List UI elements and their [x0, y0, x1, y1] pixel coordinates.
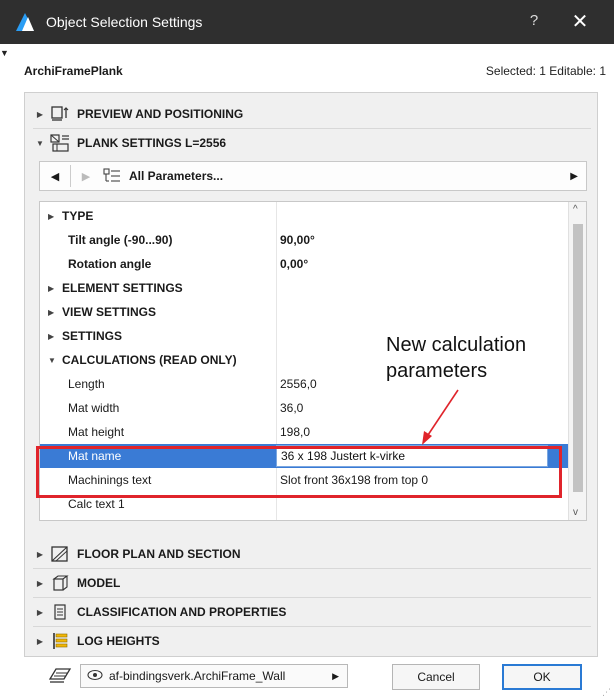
scroll-thumb[interactable] [573, 224, 583, 492]
favorites-dropdown[interactable]: af-bindingsverk.ArchiFrame_Wall ▶ [80, 664, 348, 688]
section-floor-plan[interactable]: ▶ FLOOR PLAN AND SECTION [33, 541, 591, 567]
scroll-down-icon[interactable]: v [573, 507, 578, 518]
favorite-name: af-bindingsverk.ArchiFrame_Wall [109, 669, 286, 683]
log-heights-icon [49, 632, 71, 650]
close-button[interactable]: ✕ [567, 9, 593, 35]
all-parameters-label[interactable]: All Parameters... [129, 169, 223, 183]
list-scrollbar[interactable]: ^ v [568, 202, 586, 520]
expand-arrow-icon: ▶ [36, 636, 44, 646]
collapse-arrow-icon: ▼ [36, 138, 44, 148]
list-item-view-settings[interactable]: ▶ VIEW SETTINGS [40, 300, 568, 324]
dialog-footer: af-bindingsverk.ArchiFrame_Wall ▶ Cancel… [0, 654, 614, 699]
title-bar: Object Selection Settings [0, 0, 614, 44]
expand-arrow-icon: ▶ [48, 211, 55, 221]
expand-arrow-icon: ▶ [48, 283, 55, 293]
archicad-app-icon [16, 13, 34, 31]
section-label: FLOOR PLAN AND SECTION [77, 547, 241, 561]
selection-info: Selected: 1 Editable: 1 [485, 64, 606, 78]
eye-icon [87, 669, 103, 684]
section-plank-settings[interactable]: ▼ PLANK SETTINGS L=2556 [33, 130, 591, 156]
object-name: ArchiFramePlank [24, 64, 123, 78]
collapse-arrow-icon: ▼ [0, 48, 9, 58]
section-label: MODEL [77, 576, 121, 590]
list-item-mat-width[interactable]: Mat width 36,0 [40, 396, 568, 420]
resize-grip-icon[interactable]: ⋰ [602, 687, 611, 698]
expand-arrow-icon: ▶ [48, 307, 55, 317]
forward-arrow-button[interactable]: ▶ [75, 165, 97, 187]
list-item-mat-height[interactable]: Mat height 198,0 [40, 420, 568, 444]
back-arrow-button[interactable]: ◀ [44, 165, 66, 187]
list-item-type[interactable]: ▶ TYPE [40, 204, 568, 228]
scroll-up-icon[interactable]: ^ [573, 204, 578, 215]
list-item-rotation-angle[interactable]: Rotation angle 0,00° [40, 252, 568, 276]
model-cube-icon [49, 574, 71, 592]
preview-icon [49, 105, 71, 123]
parameter-nav-bar: ◀ ▶ All Parameters... ▶ [39, 161, 587, 191]
expand-arrow-icon: ▶ [36, 607, 44, 617]
section-log-heights[interactable]: ▶ LOG HEIGHTS [33, 628, 591, 654]
list-item-element-settings[interactable]: ▶ ELEMENT SETTINGS [40, 276, 568, 300]
window-title: Object Selection Settings [46, 14, 203, 30]
classification-document-icon [49, 603, 71, 621]
list-item-tilt-angle[interactable]: Tilt angle (-90...90) 90,00° [40, 228, 568, 252]
nav-dropdown-arrow-icon[interactable]: ▶ [570, 171, 578, 182]
section-model[interactable]: ▶ MODEL [33, 570, 591, 596]
plank-settings-icon [49, 134, 71, 152]
help-button[interactable]: ? [524, 12, 544, 32]
expand-arrow-icon: ▶ [36, 578, 44, 588]
annotation-text: New calculation parameters [386, 334, 527, 382]
section-preview-positioning[interactable]: ▶ PREVIEW AND POSITIONING [33, 101, 591, 127]
parameter-list-icon [101, 165, 123, 187]
ok-button[interactable]: OK [502, 664, 582, 690]
section-label: PREVIEW AND POSITIONING [77, 107, 244, 121]
collapse-arrow-icon: ▼ [48, 355, 56, 365]
expand-arrow-icon: ▶ [48, 331, 55, 341]
dropdown-arrow-icon: ▶ [332, 670, 339, 681]
section-classification[interactable]: ▶ CLASSIFICATION AND PROPERTIES [33, 599, 591, 625]
annotation-highlight-box [36, 446, 562, 498]
floor-plan-icon [49, 545, 71, 563]
expand-arrow-icon: ▶ [36, 109, 44, 119]
annotation-arrow-icon [422, 389, 459, 445]
section-label: PLANK SETTINGS L=2556 [77, 136, 227, 150]
section-label: LOG HEIGHTS [77, 634, 160, 648]
favorites-icon[interactable] [48, 665, 72, 685]
cancel-button[interactable]: Cancel [392, 664, 480, 690]
expand-arrow-icon: ▶ [36, 549, 44, 559]
section-label: CLASSIFICATION AND PROPERTIES [77, 605, 287, 619]
